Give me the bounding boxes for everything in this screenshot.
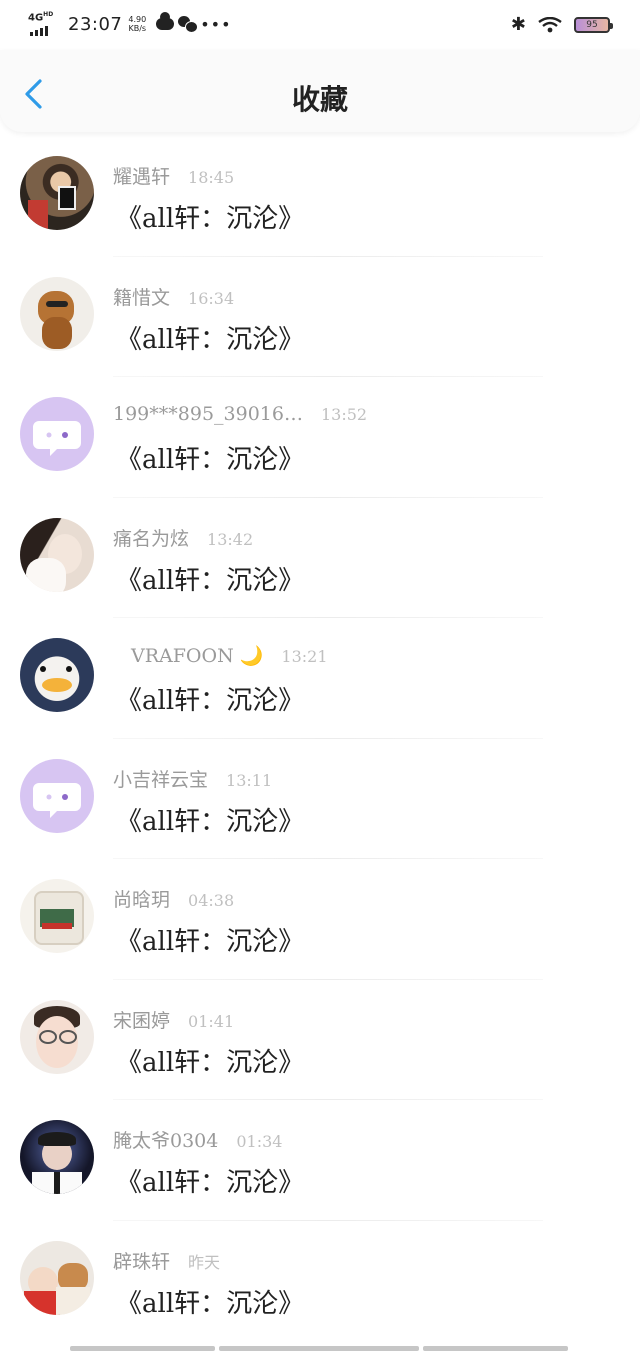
item-time: 13:11 xyxy=(226,770,273,790)
item-title: 《all轩：沉沦》 xyxy=(116,445,305,475)
list-item[interactable]: 199***895_39016… 13:52 《all轩：沉沦》 xyxy=(0,377,640,498)
list-item[interactable]: VRAFOON 🌙 13:21 《all轩：沉沦》 xyxy=(0,618,640,739)
network-hd-label: HD xyxy=(43,11,54,18)
status-time: 23:07 xyxy=(68,13,123,35)
item-title: 《all轩：沉沦》 xyxy=(116,565,305,596)
item-time: 13:21 xyxy=(281,647,328,666)
item-time: 13:52 xyxy=(320,405,368,424)
sender-name: 腌太爷0304 xyxy=(113,1130,219,1152)
header-bar: 收藏 xyxy=(0,50,640,132)
network-speed-value: 4.90 xyxy=(128,15,147,24)
item-title: 《all轩：沉沦》 xyxy=(116,686,305,716)
default-avatar-icon[interactable] xyxy=(20,758,94,833)
page-title: 收藏 xyxy=(291,83,348,116)
wechat-icon xyxy=(178,16,199,33)
item-time: 01:34 xyxy=(236,1132,283,1151)
avatar[interactable] xyxy=(20,517,94,592)
network-label: 4G xyxy=(28,12,44,24)
signal-icon: 4GHD xyxy=(28,11,62,36)
list-item[interactable]: 籍惜文 16:34 《all轩：沉沦》 xyxy=(0,257,640,377)
item-time: 04:38 xyxy=(188,891,235,910)
item-time: 昨天 xyxy=(188,1252,221,1272)
item-title: 《all轩：沉沦》 xyxy=(116,324,305,355)
avatar[interactable] xyxy=(20,156,94,230)
avatar[interactable] xyxy=(20,1120,94,1194)
battery-icon: 95 xyxy=(574,16,613,33)
avatar[interactable] xyxy=(20,879,94,953)
item-time: 18:45 xyxy=(188,168,235,187)
item-title: 《all轩：沉沦》 xyxy=(116,1047,305,1078)
list-item[interactable]: 尚晗玥 04:38 《all轩：沉沦》 xyxy=(0,859,640,980)
battery-level: 95 xyxy=(586,19,598,30)
sender-name: 尚晗玥 xyxy=(113,889,171,911)
sender-name: 籍惜文 xyxy=(113,286,171,309)
item-time: 13:42 xyxy=(207,529,254,549)
item-title: 《all轩：沉沦》 xyxy=(116,927,305,957)
scroll-indicator xyxy=(70,1346,568,1351)
item-title: 《all轩：沉沦》 xyxy=(116,1168,305,1198)
item-time: 16:34 xyxy=(188,288,235,308)
bluetooth-icon: ✱ xyxy=(510,14,526,35)
item-title: 《all轩：沉沦》 xyxy=(116,806,305,837)
more-notifications-icon: ••• xyxy=(200,14,232,34)
sender-name: 辟珠轩 xyxy=(113,1250,171,1273)
avatar[interactable] xyxy=(20,999,94,1074)
favorites-list: 耀遇轩 18:45 《all轩：沉沦》 籍惜文 16:34 《all轩：沉沦》 19… xyxy=(0,136,640,1341)
sender-name: 小吉祥云宝 xyxy=(113,768,209,791)
avatar[interactable] xyxy=(20,638,94,712)
item-title: 《all轩：沉沦》 xyxy=(116,1288,305,1319)
list-item[interactable]: 小吉祥云宝 13:11 《all轩：沉沦》 xyxy=(0,739,640,859)
list-item[interactable]: 腌太爷0304 01:34 《all轩：沉沦》 xyxy=(0,1100,640,1221)
avatar[interactable] xyxy=(20,276,94,351)
cloud-icon xyxy=(156,12,175,30)
status-bar: 4GHD 23:07 4.90 KB/s ••• ✱ 95 xyxy=(0,0,640,50)
sender-name: VRAFOON 🌙 xyxy=(131,645,264,667)
network-speed-unit: KB/s xyxy=(128,24,147,33)
default-avatar-icon[interactable] xyxy=(20,397,94,471)
status-left: 4GHD 23:07 4.90 KB/s ••• xyxy=(28,11,232,36)
network-speed: 4.90 KB/s xyxy=(128,15,146,33)
list-item[interactable]: 耀遇轩 18:45 《all轩：沉沦》 xyxy=(0,136,640,257)
sender-name: 宋囷婷 xyxy=(113,1009,171,1032)
sender-name: 耀遇轩 xyxy=(113,166,171,188)
item-time: 01:41 xyxy=(188,1011,235,1031)
list-item[interactable]: 辟珠轩 昨天 《all轩：沉沦》 xyxy=(0,1221,640,1342)
sender-name: 199***895_39016… xyxy=(113,403,303,425)
wifi-icon xyxy=(538,16,562,32)
item-title: 《all轩：沉沦》 xyxy=(116,204,305,234)
status-right: ✱ 95 xyxy=(510,14,613,35)
list-item[interactable]: 痛名为炫 13:42 《all轩：沉沦》 xyxy=(0,498,640,618)
list-item[interactable]: 宋囷婷 01:41 《all轩：沉沦》 xyxy=(0,980,640,1100)
sender-name: 痛名为炫 xyxy=(113,527,190,550)
avatar[interactable] xyxy=(20,1240,94,1315)
